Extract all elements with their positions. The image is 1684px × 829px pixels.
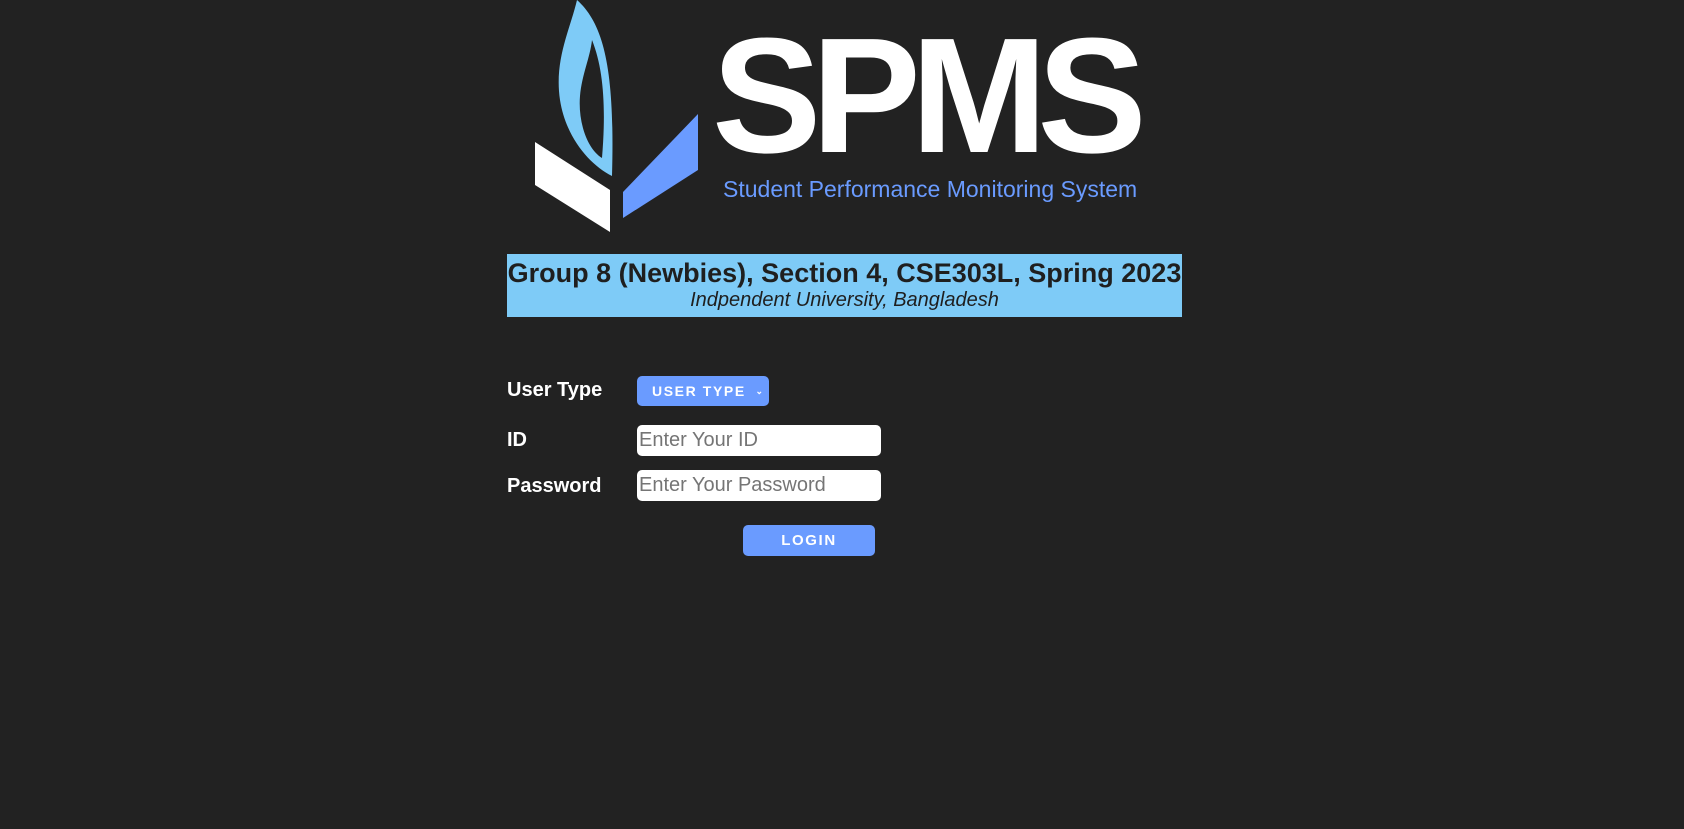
- banner-title: Group 8 (Newbies), Section 4, CSE303L, S…: [507, 258, 1182, 288]
- id-label: ID: [507, 429, 527, 451]
- logo-wordmark: SPMS: [712, 4, 1147, 187]
- info-banner: Group 8 (Newbies), Section 4, CSE303L, S…: [507, 254, 1182, 317]
- flame-book-icon: [535, 0, 698, 232]
- password-label: Password: [507, 475, 602, 497]
- login-button[interactable]: LOGIN: [743, 525, 875, 556]
- spms-logo: SPMS Student Performance Monitoring Syst…: [530, 0, 1170, 236]
- password-input[interactable]: [637, 470, 881, 501]
- logo-tagline: Student Performance Monitoring System: [723, 176, 1138, 202]
- user-type-selected-value: USER TYPE: [652, 383, 746, 399]
- banner-subtitle: Indpendent University, Bangladesh: [690, 289, 999, 311]
- user-type-select[interactable]: USER TYPE ⌄: [637, 376, 769, 406]
- user-type-label: User Type: [507, 379, 603, 401]
- chevron-down-icon: ⌄: [755, 386, 763, 396]
- id-input[interactable]: [637, 425, 881, 456]
